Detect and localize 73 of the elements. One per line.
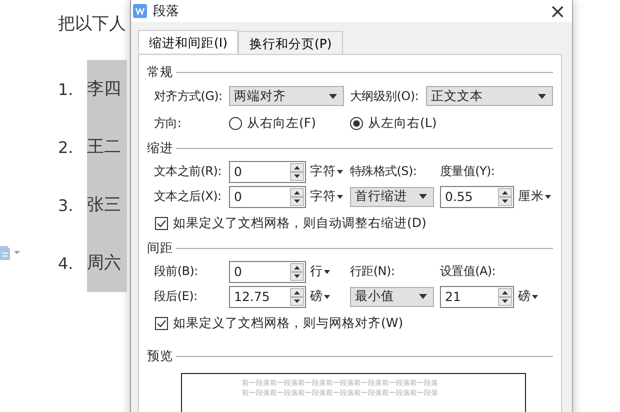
field-label: 对齐方式(G): (154, 88, 222, 104)
list-number: 3. (58, 196, 74, 214)
caret-icon (419, 194, 427, 199)
number-field[interactable]: 0.55 (440, 186, 514, 208)
unit-dropdown[interactable]: 字符 (310, 163, 350, 180)
radio-label: 从左向右(L) (368, 114, 437, 132)
caret-icon (337, 170, 343, 174)
field-label: 段前(B): (154, 263, 198, 280)
unit-dropdown[interactable]: 行 (310, 263, 350, 280)
checkbox[interactable]: 如果定义了文档网格，则与网格对齐(W) (147, 309, 553, 337)
spin-arrows-icon (290, 262, 304, 280)
checkbox-label: 如果定义了文档网格，则与网格对齐(W) (173, 314, 404, 332)
radio-label: 从右向左(F) (247, 114, 316, 132)
tab[interactable]: 换行和分页(P) (238, 31, 343, 54)
list-number: 4. (58, 254, 74, 272)
list-item-text: 李四 (87, 60, 127, 118)
checkbox[interactable]: 如果定义了文档网格，则自动调整右缩进(D) (147, 209, 553, 237)
list-item-text: 张三 (87, 176, 127, 234)
close-button[interactable]: × (549, 1, 566, 21)
field-label: 文本之后(X): (154, 188, 222, 205)
unit-dropdown[interactable]: 磅 (310, 288, 350, 305)
unit-dropdown[interactable]: 字符 (310, 188, 350, 205)
checkbox-label: 如果定义了文档网格，则自动调整右缩进(D) (173, 214, 426, 232)
unit-dropdown[interactable]: 厘米 (518, 188, 551, 205)
radio-icon[interactable] (229, 116, 242, 130)
list-item-text: 王二 (87, 118, 127, 176)
field-label: 度量值(Y): (440, 163, 495, 180)
line-spacing-dropdown[interactable]: 最小值 (350, 286, 434, 306)
unit-dropdown[interactable]: 磅 (518, 288, 538, 305)
section-title: 缩进 (147, 140, 173, 156)
number-field[interactable]: 12.75 (229, 286, 306, 308)
radio-icon[interactable] (350, 116, 363, 130)
special-format-dropdown[interactable]: 首行缩进 (350, 186, 434, 206)
spin-arrows-icon (290, 162, 304, 180)
outline-level-dropdown[interactable]: 正文文本 (426, 86, 553, 106)
field-label: 大纲级别(O): (350, 88, 418, 104)
radio-option[interactable]: 从左向右(L) (350, 114, 553, 132)
document-icon[interactable] (0, 246, 22, 260)
spin-arrows-icon (290, 188, 304, 206)
document-text: 把以下人 (58, 13, 127, 36)
field-label: 特殊格式(S): (350, 163, 417, 180)
caret-icon (324, 294, 330, 298)
caret-icon (329, 94, 337, 98)
section-title: 常规 (147, 64, 173, 80)
field-label: 段后(E): (154, 288, 198, 305)
spin-arrows-icon (498, 288, 512, 306)
field-label: 文本之前(R): (154, 163, 222, 180)
number-field[interactable]: 0 (229, 186, 306, 208)
list-number: 2. (58, 138, 74, 156)
caret-icon (545, 194, 551, 198)
checkbox-icon[interactable] (155, 316, 168, 330)
alignment-dropdown[interactable]: 两端对齐 (229, 86, 344, 106)
caret-icon (538, 94, 546, 98)
checkbox-icon[interactable] (155, 216, 168, 230)
window-title: 段落 (153, 3, 180, 20)
list-number: 1. (58, 80, 74, 98)
field-label: 设置值(A): (440, 263, 496, 280)
section-title: 预览 (147, 348, 173, 364)
caret-icon (324, 270, 330, 274)
radio-option[interactable]: 从右向左(F) (229, 114, 350, 132)
caret-icon (532, 294, 538, 298)
tab[interactable]: 缩进和间距(I) (138, 30, 238, 53)
list-item-text: 周六 (87, 234, 127, 292)
section-title: 间距 (147, 240, 173, 256)
number-field[interactable]: 0 (229, 160, 306, 182)
caret-icon (419, 294, 427, 299)
number-field[interactable]: 0 (229, 260, 306, 282)
spin-arrows-icon (290, 288, 304, 306)
field-label: 方向: (154, 114, 182, 132)
caret-icon (337, 194, 343, 198)
field-label: 行距(N): (350, 263, 395, 280)
number-field[interactable]: 21 (440, 286, 514, 308)
spin-arrows-icon (498, 188, 512, 206)
